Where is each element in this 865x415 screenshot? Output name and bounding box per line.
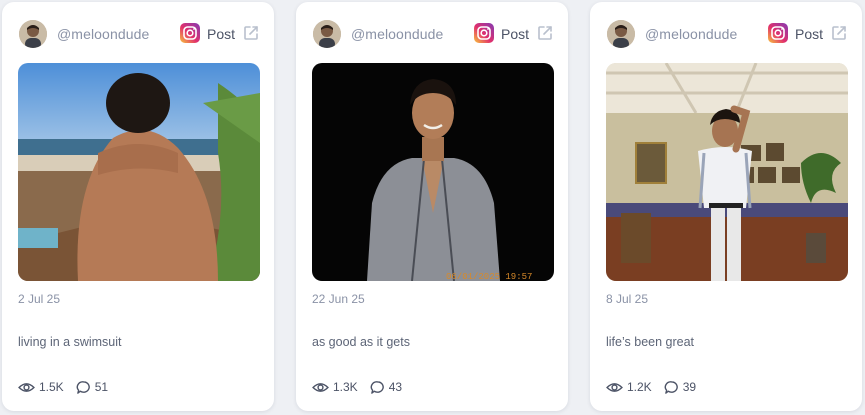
eye-icon — [312, 381, 329, 394]
comment-icon — [664, 380, 679, 395]
photo-timestamp: 06/01/2025 19:57 — [446, 272, 532, 281]
comments-count: 51 — [94, 380, 109, 394]
post-date: 2 Jul 25 — [18, 292, 61, 306]
post-image[interactable]: 06/01/2025 19:57 — [312, 63, 554, 281]
post-stats: 1.2K 39 — [606, 379, 696, 395]
post-stats: 1.3K 43 — [312, 379, 402, 395]
views-count: 1.3K — [333, 380, 358, 394]
post-date: 22 Jun 25 — [312, 292, 365, 306]
post-image[interactable] — [606, 63, 848, 281]
username[interactable]: @meloondude — [645, 26, 737, 42]
post-type-label: Post — [207, 26, 236, 42]
post-card[interactable]: @meloondude Post 2 Jul 25 living in a sw… — [2, 2, 274, 411]
post-caption: as good as it gets — [312, 335, 410, 349]
comment-icon — [370, 380, 385, 395]
eye-icon — [606, 381, 623, 394]
instagram-icon — [768, 23, 788, 43]
views-count: 1.2K — [627, 380, 652, 394]
avatar[interactable] — [19, 20, 47, 48]
post-type-label: Post — [501, 26, 530, 42]
post-caption: life’s been great — [606, 335, 695, 349]
avatar[interactable] — [607, 20, 635, 48]
views-count: 1.5K — [39, 380, 64, 394]
username[interactable]: @meloondude — [57, 26, 149, 42]
external-link-icon[interactable] — [242, 24, 260, 42]
instagram-icon — [180, 23, 200, 43]
post-date: 8 Jul 25 — [606, 292, 649, 306]
post-caption: living in a swimsuit — [18, 335, 122, 349]
avatar[interactable] — [313, 20, 341, 48]
post-image[interactable] — [18, 63, 260, 281]
external-link-icon[interactable] — [830, 24, 848, 42]
post-type-label: Post — [795, 26, 824, 42]
comment-icon — [76, 380, 91, 395]
comments-count: 43 — [388, 380, 403, 394]
eye-icon — [18, 381, 35, 394]
post-card[interactable]: @meloondude Post 8 Jul 25 life’s been gr… — [590, 2, 862, 411]
external-link-icon[interactable] — [536, 24, 554, 42]
post-stats: 1.5K 51 — [18, 379, 108, 395]
comments-count: 39 — [682, 380, 697, 394]
username[interactable]: @meloondude — [351, 26, 443, 42]
instagram-icon — [474, 23, 494, 43]
post-card[interactable]: @meloondude Post 06/01/2025 19:57 22 Jun… — [296, 2, 568, 411]
